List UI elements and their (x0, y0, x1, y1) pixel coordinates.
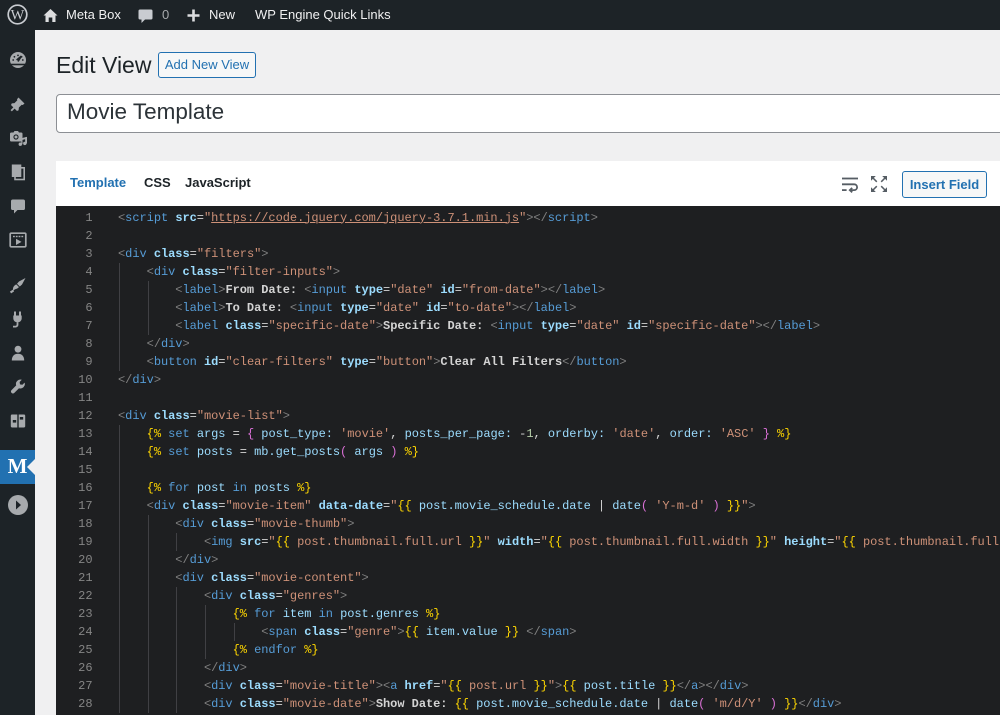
svg-text:W: W (11, 8, 25, 24)
